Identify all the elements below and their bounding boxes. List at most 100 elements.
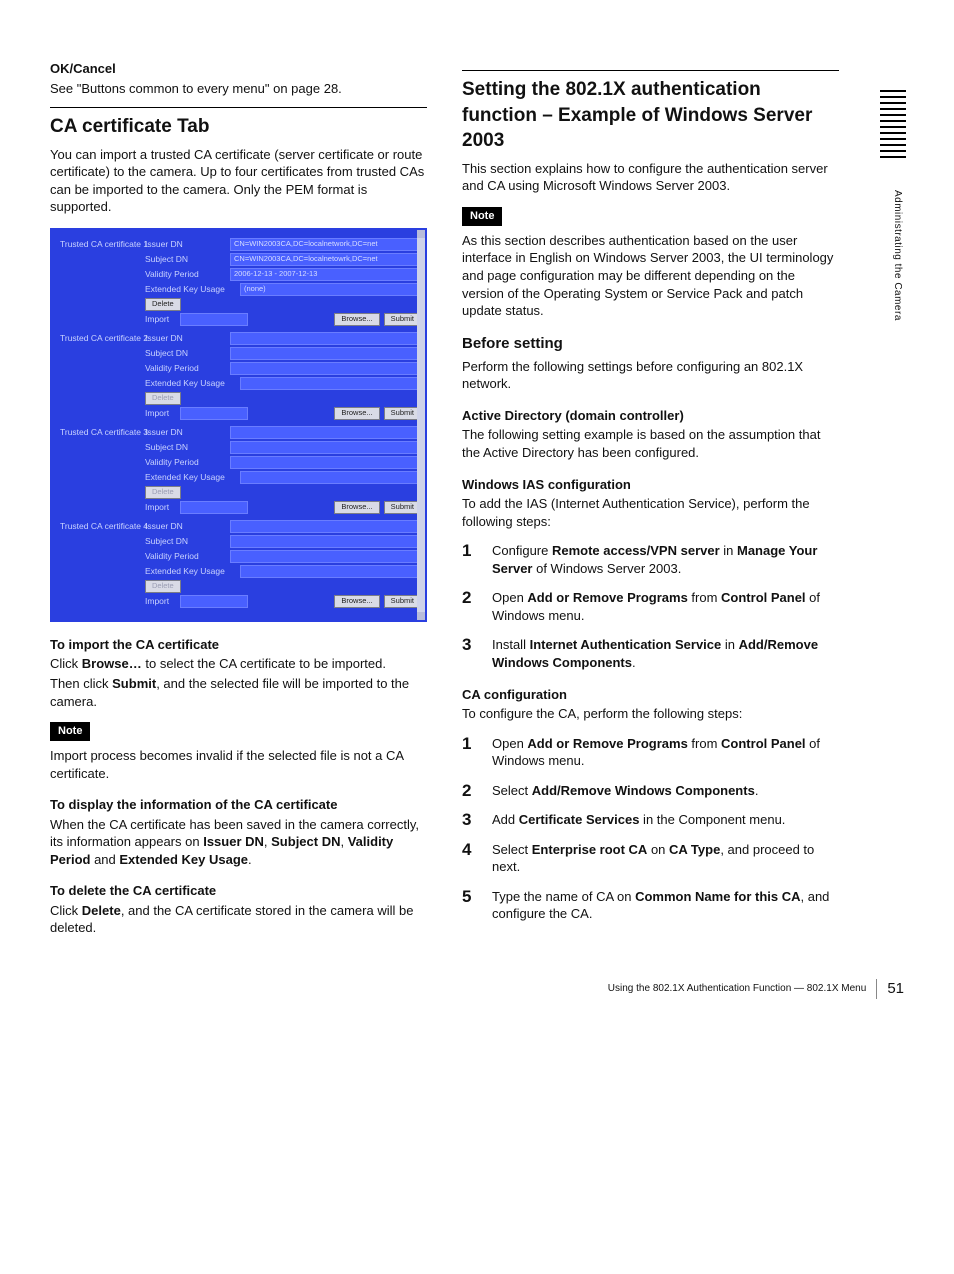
step-item: Type the name of CA on Common Name for t…	[462, 888, 839, 923]
subject-label: Subject DN	[145, 442, 230, 453]
issuer-value	[230, 332, 421, 345]
left-column: OK/Cancel See "Buttons common to every m…	[50, 60, 427, 939]
note-badge: Note	[50, 722, 90, 741]
display-heading: To display the information of the CA cer…	[50, 796, 427, 814]
import-label: Import	[145, 502, 180, 513]
subject-value	[230, 347, 421, 360]
eku-value	[240, 377, 421, 390]
import-field[interactable]	[180, 501, 248, 514]
note-badge-2: Note	[462, 207, 502, 226]
issuer-label: Issuer DN	[145, 427, 230, 438]
delete-button[interactable]: Delete	[145, 486, 181, 499]
delete-heading: To delete the CA certificate	[50, 882, 427, 900]
eku-value	[240, 565, 421, 578]
validity-label: Validity Period	[145, 551, 230, 562]
page-columns: OK/Cancel See "Buttons common to every m…	[50, 60, 904, 939]
right-column: Setting the 802.1X authentication functi…	[462, 60, 839, 939]
issuer-label: Issuer DN	[145, 521, 230, 532]
import-body-1: Click Browse… to select the CA certifica…	[50, 655, 427, 673]
issuer-label: Issuer DN	[145, 239, 230, 250]
step-item: Select Enterprise root CA on CA Type, an…	[462, 841, 839, 876]
ok-cancel-heading: OK/Cancel	[50, 60, 427, 78]
ca-cert-screenshot: Trusted CA certificate 1Issuer DNCN=WIN2…	[50, 228, 427, 622]
step-item: Configure Remote access/VPN server in Ma…	[462, 542, 839, 577]
cert-block: Trusted CA certificate 2Issuer DNSubject…	[60, 332, 421, 420]
ok-cancel-body: See "Buttons common to every menu" on pa…	[50, 80, 427, 98]
browse-button[interactable]: Browse...	[334, 501, 379, 514]
issuer-value	[230, 520, 421, 533]
issuer-value: CN=WIN2003CA,DC=localnetwork,DC=net	[230, 238, 421, 251]
subject-label: Subject DN	[145, 348, 230, 359]
delete-button[interactable]: Delete	[145, 298, 181, 311]
import-label: Import	[145, 408, 180, 419]
ca-config-body: To configure the CA, perform the followi…	[462, 705, 839, 723]
issuer-value	[230, 426, 421, 439]
eku-value	[240, 471, 421, 484]
subject-value: CN=WIN2003CA,DC=localnetowrk,DC=net	[230, 253, 421, 266]
setting-heading: Setting the 802.1X authentication functi…	[462, 70, 839, 154]
import-field[interactable]	[180, 595, 248, 608]
footer-text: Using the 802.1X Authentication Function…	[608, 982, 867, 996]
step-item: Open Add or Remove Programs from Control…	[462, 735, 839, 770]
validity-label: Validity Period	[145, 457, 230, 468]
eku-label: Extended Key Usage	[145, 472, 240, 483]
scrollbar[interactable]	[417, 230, 425, 620]
validity-label: Validity Period	[145, 363, 230, 374]
subject-value	[230, 441, 421, 454]
import-field[interactable]	[180, 313, 248, 326]
submit-button[interactable]: Submit	[384, 501, 421, 514]
browse-button[interactable]: Browse...	[334, 595, 379, 608]
side-stripes-icon	[880, 90, 906, 160]
eku-label: Extended Key Usage	[145, 566, 240, 577]
before-heading: Before setting	[462, 334, 839, 354]
subject-value	[230, 535, 421, 548]
validity-value	[230, 550, 421, 563]
validity-value	[230, 456, 421, 469]
cert-block: Trusted CA certificate 3Issuer DNSubject…	[60, 426, 421, 514]
submit-button[interactable]: Submit	[384, 595, 421, 608]
import-body-2: Then click Submit, and the selected file…	[50, 675, 427, 710]
ias-heading: Windows IAS configuration	[462, 476, 839, 494]
issuer-label: Issuer DN	[145, 333, 230, 344]
before-body: Perform the following settings before co…	[462, 358, 839, 393]
cert-block: Trusted CA certificate 4Issuer DNSubject…	[60, 520, 421, 608]
step-item: Select Add/Remove Windows Components.	[462, 782, 839, 800]
browse-button[interactable]: Browse...	[334, 313, 379, 326]
page-footer: Using the 802.1X Authentication Function…	[50, 979, 904, 999]
ias-body: To add the IAS (Internet Authentication …	[462, 495, 839, 530]
validity-label: Validity Period	[145, 269, 230, 280]
import-heading: To import the CA certificate	[50, 636, 427, 654]
delete-button[interactable]: Delete	[145, 580, 181, 593]
import-label: Import	[145, 596, 180, 607]
side-chapter-label: Administrating the Camera	[891, 190, 905, 321]
delete-body: Click Delete, and the CA certificate sto…	[50, 902, 427, 937]
side-rail: Administrating the Camera	[874, 60, 904, 939]
page-number: 51	[876, 979, 904, 999]
ca-cert-tab-para: You can import a trusted CA certificate …	[50, 146, 427, 216]
import-label: Import	[145, 314, 180, 325]
ad-body: The following setting example is based o…	[462, 426, 839, 461]
browse-button[interactable]: Browse...	[334, 407, 379, 420]
delete-button[interactable]: Delete	[145, 392, 181, 405]
ad-heading: Active Directory (domain controller)	[462, 407, 839, 425]
submit-button[interactable]: Submit	[384, 407, 421, 420]
note-body: Import process becomes invalid if the se…	[50, 747, 427, 782]
submit-button[interactable]: Submit	[384, 313, 421, 326]
ca-config-heading: CA configuration	[462, 686, 839, 704]
setting-para: This section explains how to configure t…	[462, 160, 839, 195]
step-item: Add Certificate Services in the Componen…	[462, 811, 839, 829]
ias-steps: Configure Remote access/VPN server in Ma…	[462, 542, 839, 671]
ca-steps: Open Add or Remove Programs from Control…	[462, 735, 839, 923]
validity-value	[230, 362, 421, 375]
eku-value: (none)	[240, 283, 421, 296]
subject-label: Subject DN	[145, 254, 230, 265]
note-body-2: As this section describes authentication…	[462, 232, 839, 320]
step-item: Install Internet Authentication Service …	[462, 636, 839, 671]
ca-cert-tab-heading: CA certificate Tab	[50, 107, 427, 140]
import-field[interactable]	[180, 407, 248, 420]
cert-block: Trusted CA certificate 1Issuer DNCN=WIN2…	[60, 238, 421, 326]
validity-value: 2006-12-13 - 2007-12-13	[230, 268, 421, 281]
display-body: When the CA certificate has been saved i…	[50, 816, 427, 869]
subject-label: Subject DN	[145, 536, 230, 547]
step-item: Open Add or Remove Programs from Control…	[462, 589, 839, 624]
